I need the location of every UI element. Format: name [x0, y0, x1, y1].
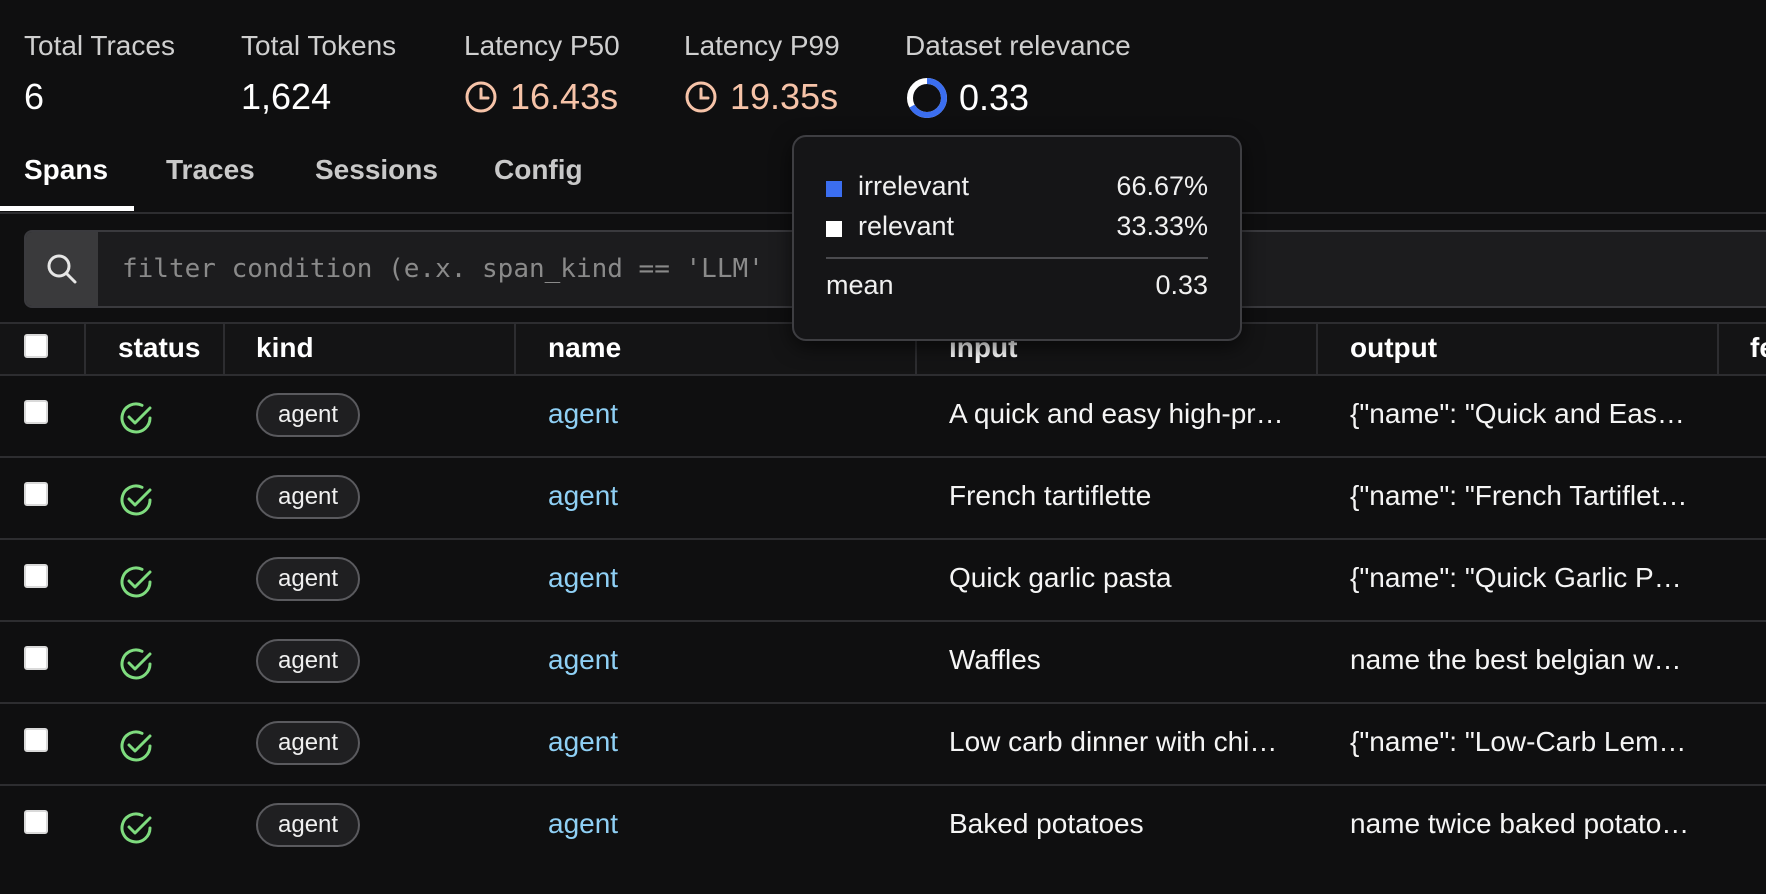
span-name-link[interactable]: agent — [548, 398, 618, 430]
spans-table: status kind name input output fe agentag… — [0, 322, 1766, 866]
search-button[interactable] — [26, 232, 98, 306]
latency-p99-value: 19.35s — [730, 76, 839, 117]
input-cell: Quick garlic pasta — [949, 562, 1172, 593]
latency-p50-value: 16.43s — [510, 76, 619, 117]
search-icon — [47, 254, 77, 284]
stat-latency-p99: Latency P99 19.35s — [684, 30, 840, 118]
stat-total-tokens: Total Tokens 1,624 — [241, 30, 396, 118]
tooltip-row-mean: mean 0.33 — [826, 270, 1208, 304]
output-cell: name the best belgian wa… — [1350, 644, 1690, 675]
row-checkbox[interactable] — [24, 728, 48, 752]
stat-label: Dataset relevance — [905, 30, 1131, 61]
stat-value: 19.35s — [684, 76, 840, 118]
input-cell: French tartiflette — [949, 480, 1152, 511]
clock-icon — [685, 81, 717, 113]
stat-label: Total Tokens — [241, 30, 397, 61]
stat-label: Total Traces — [24, 30, 175, 61]
relevance-tooltip: irrelevant 66.67% relevant 33.33% mean 0… — [792, 135, 1242, 341]
tooltip-label: irrelevant — [858, 171, 970, 201]
total-tokens-value: 1,624 — [241, 76, 332, 117]
span-name-link[interactable]: agent — [548, 726, 618, 758]
output-cell: {"name": "Low-Carb Lemo… — [1350, 726, 1690, 757]
span-name-link[interactable]: agent — [548, 480, 618, 512]
donut-chart-icon[interactable] — [905, 76, 949, 120]
span-name-link[interactable]: agent — [548, 644, 618, 676]
column-header-kind[interactable]: kind — [256, 332, 314, 364]
input-cell: Low carb dinner with chic… — [949, 726, 1289, 757]
status-ok-icon — [120, 648, 152, 680]
kind-badge: agent — [256, 639, 361, 683]
input-cell: A quick and easy high-pr… — [949, 398, 1284, 429]
column-header-status[interactable]: status — [118, 332, 200, 364]
stat-value: 1,624 — [241, 76, 396, 118]
column-header-fe[interactable]: fe — [1750, 332, 1766, 364]
kind-badge: agent — [256, 721, 361, 765]
row-checkbox[interactable] — [24, 482, 48, 506]
tooltip-value: 66.67% — [1116, 171, 1208, 201]
table-row[interactable]: agent agent Low carb dinner with chic… {"na… — [0, 704, 1766, 786]
table-row[interactable]: agent agent A quick and easy high-pr… {"nam… — [0, 376, 1766, 458]
tab-spans[interactable]: Spans — [24, 154, 108, 186]
tooltip-row-irrelevant: irrelevant 66.67% — [826, 171, 1208, 205]
kind-badge: agent — [256, 393, 361, 437]
stat-label: Latency P99 — [684, 30, 840, 61]
dataset-relevance-value: 0.33 — [959, 77, 1030, 118]
status-ok-icon — [120, 484, 152, 516]
column-divider[interactable] — [514, 324, 516, 374]
select-all-checkbox[interactable] — [24, 334, 48, 358]
table-row[interactable]: agent agent Quick garlic pasta {"name": "Qu… — [0, 540, 1766, 622]
input-cell: Baked potatoes — [949, 808, 1144, 839]
tooltip-value: 33.33% — [1116, 211, 1208, 241]
tooltip-label: relevant — [858, 211, 955, 241]
column-divider[interactable] — [84, 324, 86, 374]
output-cell: {"name": "Quick Garlic Pa… — [1350, 562, 1690, 593]
tooltip-mean-value: 0.33 — [1155, 270, 1208, 300]
relevant-swatch — [826, 221, 842, 237]
kind-badge: agent — [256, 803, 361, 847]
span-name-link[interactable]: agent — [548, 808, 618, 840]
tooltip-row-relevant: relevant 33.33% — [826, 211, 1208, 245]
tooltip-divider — [826, 257, 1208, 259]
column-divider[interactable] — [1316, 324, 1318, 374]
table-body: agent agent A quick and easy high-pr… {"nam… — [0, 376, 1766, 866]
stat-latency-p50: Latency P50 16.43s — [464, 30, 620, 118]
row-checkbox[interactable] — [24, 646, 48, 670]
stat-dataset-relevance[interactable]: Dataset relevance 0.33 — [905, 30, 1131, 120]
clock-icon — [465, 81, 497, 113]
column-header-output[interactable]: output — [1350, 332, 1437, 364]
active-tab-indicator — [0, 206, 134, 211]
stat-value[interactable]: 0.33 — [905, 76, 1131, 120]
stat-label: Latency P50 — [464, 30, 620, 61]
status-ok-icon — [120, 566, 152, 598]
column-header-name[interactable]: name — [548, 332, 621, 364]
stat-value: 6 — [24, 76, 175, 118]
table-row[interactable]: agent agent Baked potatoes name twice baked… — [0, 786, 1766, 866]
row-checkbox[interactable] — [24, 564, 48, 588]
stat-value: 16.43s — [464, 76, 620, 118]
total-traces-value: 6 — [24, 76, 45, 117]
row-checkbox[interactable] — [24, 400, 48, 424]
input-cell: Waffles — [949, 644, 1041, 675]
tooltip-mean-label: mean — [826, 270, 894, 300]
output-cell: {"name": "Quick and Easy … — [1350, 398, 1690, 429]
kind-badge: agent — [256, 557, 361, 601]
column-divider[interactable] — [1717, 324, 1719, 374]
kind-badge: agent — [256, 475, 361, 519]
row-checkbox[interactable] — [24, 810, 48, 834]
status-ok-icon — [120, 402, 152, 434]
output-cell: name twice baked potato… — [1350, 808, 1690, 839]
column-divider[interactable] — [223, 324, 225, 374]
table-row[interactable]: agent agent Waffles name the best belgian w… — [0, 622, 1766, 704]
span-name-link[interactable]: agent — [548, 562, 618, 594]
irrelevant-swatch — [826, 181, 842, 197]
table-row[interactable]: agent agent French tartiflette {"name": "Fr… — [0, 458, 1766, 540]
tab-sessions[interactable]: Sessions — [315, 154, 438, 186]
tab-traces[interactable]: Traces — [166, 154, 255, 186]
stat-total-traces: Total Traces 6 — [24, 30, 175, 118]
status-ok-icon — [120, 730, 152, 762]
output-cell: {"name": "French Tartiflett… — [1350, 480, 1690, 511]
tab-config[interactable]: Config — [494, 154, 583, 186]
status-ok-icon — [120, 812, 152, 844]
